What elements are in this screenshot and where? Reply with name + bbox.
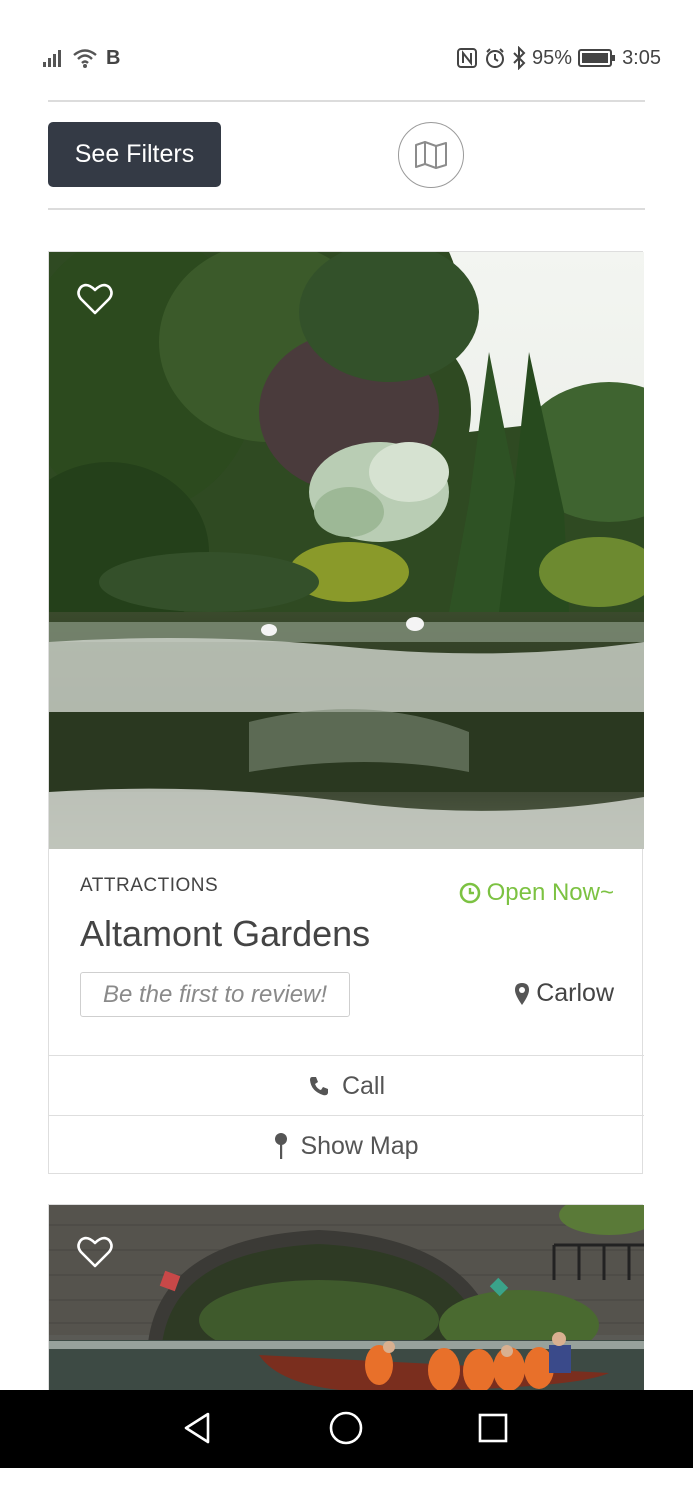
listing-photo [49,1205,644,1391]
pushpin-icon [275,1133,288,1159]
listing-location: Carlow [514,979,614,1008]
listing-card[interactable]: ATTRACTIONS Open Now~ Altamont Gardens B… [48,251,644,1175]
garden-lake-image [49,252,644,849]
listing-title[interactable]: Altamont Gardens [80,913,370,955]
status-left: B [42,44,120,72]
review-prompt-button[interactable]: Be the first to review! [80,972,350,1017]
open-status: Open Now~ [459,879,614,907]
alarm-icon [486,48,505,68]
home-icon[interactable] [326,1408,366,1448]
back-icon[interactable] [178,1408,218,1448]
map-pin-icon [515,982,530,1005]
battery-percent: 95% [532,46,573,69]
map-icon [415,141,447,169]
bridge-boat-image [49,1205,644,1391]
battery-icon [578,49,616,67]
map-view-button[interactable] [398,122,464,188]
phone-icon [309,1077,328,1096]
bluetooth-icon [513,46,526,70]
favorite-heart-icon[interactable] [77,282,113,316]
location-label: Carlow [536,979,614,1007]
see-filters-button[interactable]: See Filters [48,122,221,187]
open-status-label: Open Now~ [486,879,614,906]
call-button[interactable]: Call [49,1055,644,1116]
signal-icon [43,50,61,67]
status-right: 95% 3:05 [456,44,661,72]
listing-photo [49,252,644,849]
listing-details: ATTRACTIONS Open Now~ Altamont Gardens B… [49,849,644,1175]
show-map-button[interactable]: Show Map [49,1115,644,1176]
favorite-heart-icon[interactable] [77,1235,113,1269]
listing-card[interactable] [48,1204,644,1391]
status-bar: B 95% 3:05 [0,0,693,100]
bottom-strip [0,1468,693,1500]
call-label: Call [341,1071,386,1100]
clock-icon [459,882,480,904]
listing-category: ATTRACTIONS [80,875,219,896]
nfc-icon [457,48,478,68]
wifi-icon [73,49,97,68]
toolbar-divider [48,208,645,210]
carrier-label: B [106,46,121,69]
recents-icon[interactable] [473,1408,513,1448]
top-divider [48,100,645,102]
system-nav-bar [0,1390,693,1468]
show-map-label: Show Map [300,1131,419,1160]
clock: 3:05 [622,46,661,69]
